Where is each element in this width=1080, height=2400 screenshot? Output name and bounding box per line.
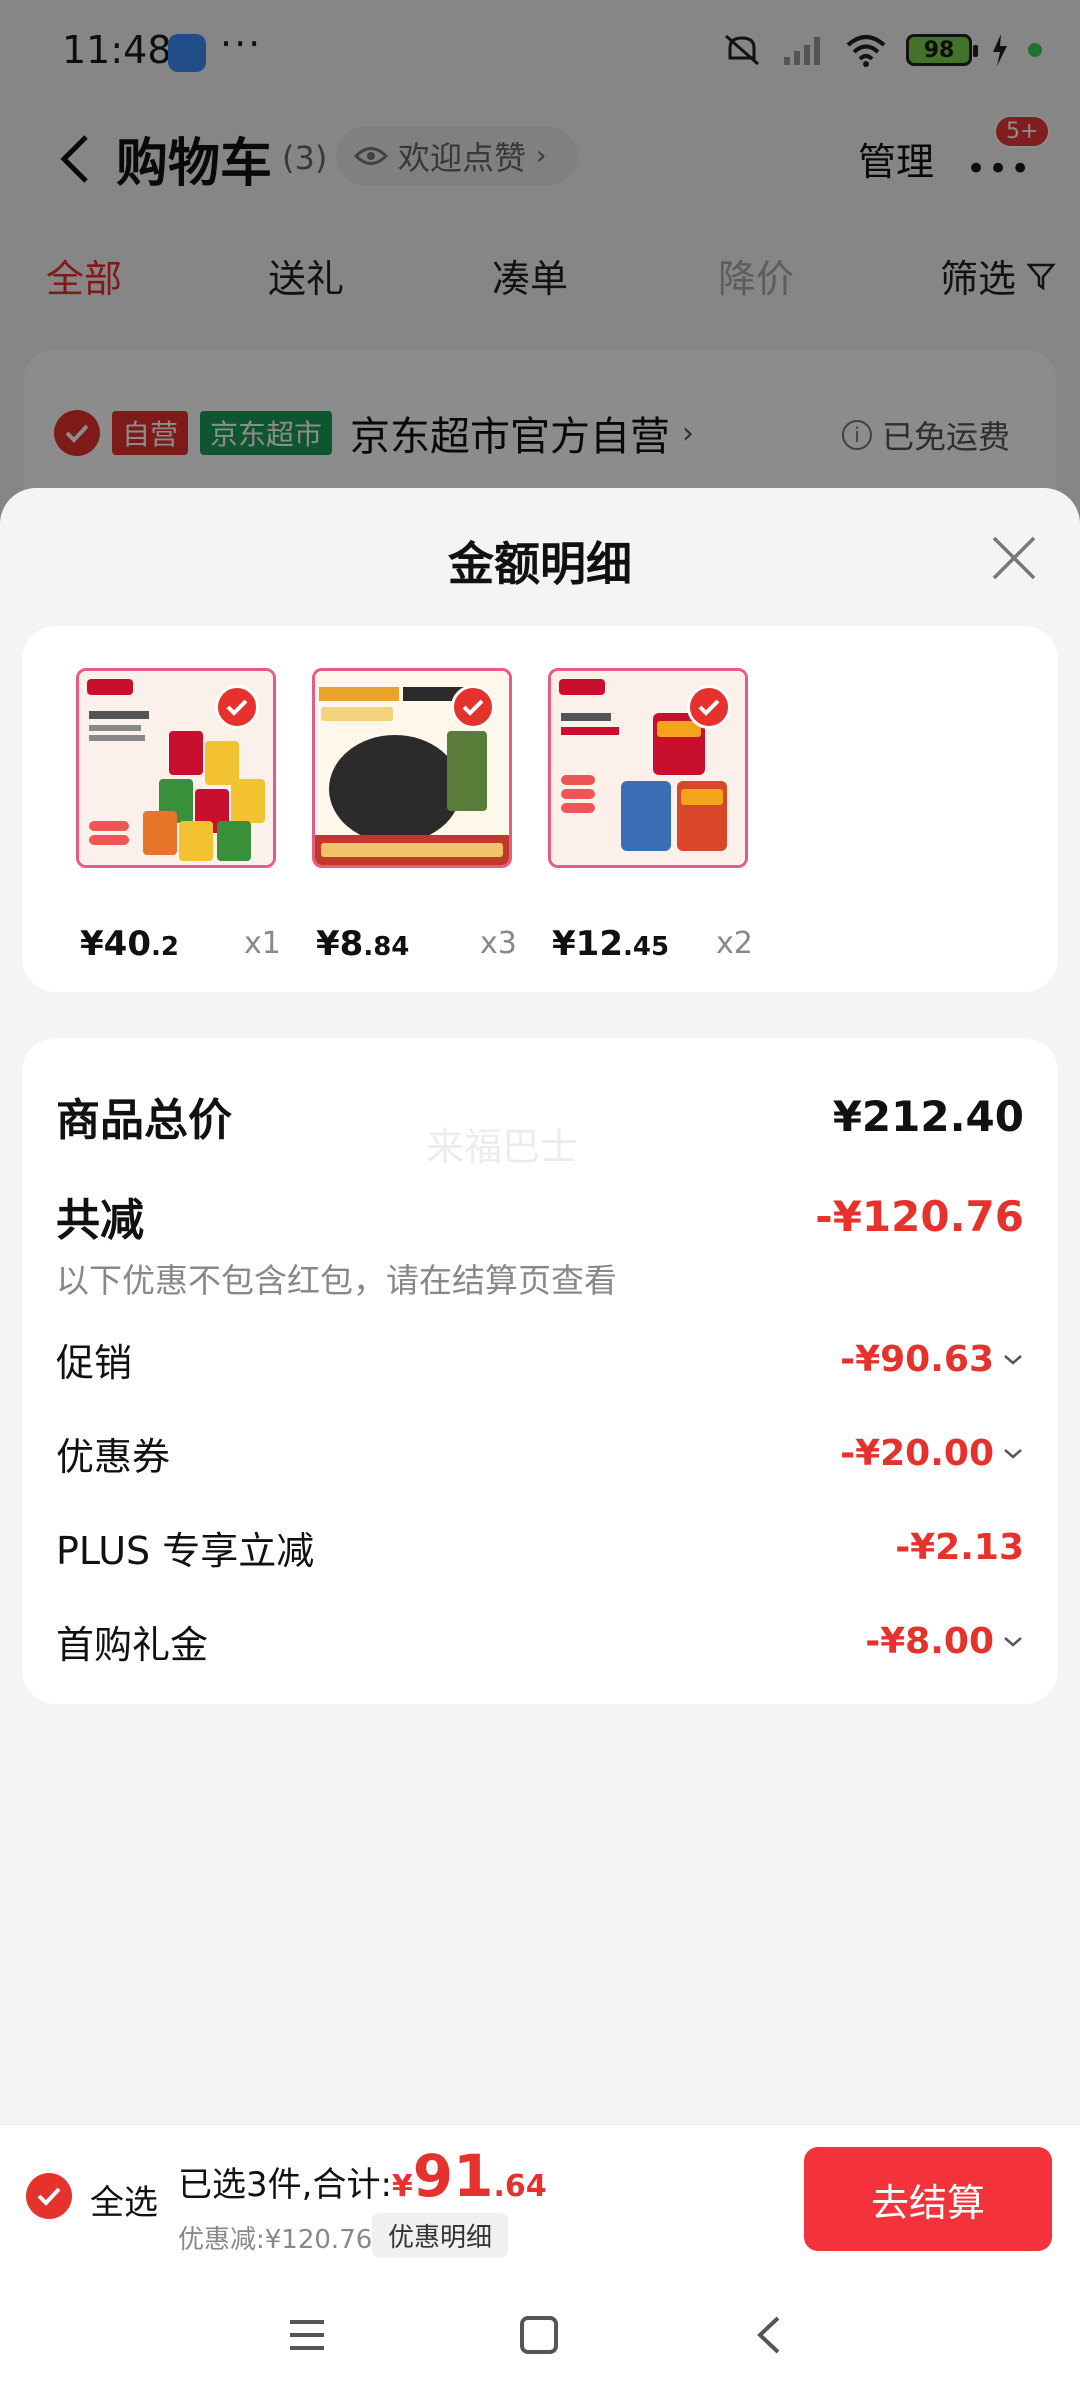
product-check-icon[interactable] <box>215 685 259 729</box>
total-reduction-row: 共减 -¥120.76 <box>56 1184 1024 1248</box>
product-image <box>76 668 276 868</box>
select-all-label[interactable]: 全选 <box>90 2175 158 2224</box>
product-check-icon[interactable] <box>687 685 731 729</box>
plus-discount-label: PLUS 专享立减 <box>56 1529 315 1573</box>
promotion-row[interactable]: 促销 -¥90.63 <box>56 1332 1024 1387</box>
product-item[interactable]: ¥8.84 x3 <box>312 668 517 964</box>
promotion-value: -¥90.63 <box>840 1339 994 1380</box>
checkout-button[interactable]: 去结算 <box>804 2147 1052 2251</box>
product-image <box>548 668 748 868</box>
plus-discount-row: PLUS 专享立减 -¥2.13 <box>56 1520 1024 1575</box>
product-price: ¥40.2 <box>80 924 179 964</box>
first-purchase-label: 首购礼金 <box>56 1623 209 1667</box>
total-integer: 91 <box>412 2142 494 2210</box>
chevron-down-icon <box>1004 1636 1022 1647</box>
product-quantity: x2 <box>716 926 753 961</box>
amount-detail-sheet: 金额明细 ¥40.2 x1 ¥8.84 x3 ¥12.45 x2 来福巴士 商品… <box>0 488 1080 2124</box>
product-check-icon[interactable] <box>451 685 495 729</box>
coupon-value: -¥20.00 <box>840 1433 994 1474</box>
currency-symbol: ¥ <box>391 2169 413 2204</box>
product-quantity: x3 <box>480 926 517 961</box>
coupon-row[interactable]: 优惠券 -¥20.00 <box>56 1426 1024 1481</box>
menu-icon[interactable] <box>282 2310 332 2360</box>
discount-detail-button[interactable]: 优惠明细 <box>372 2213 509 2258</box>
selected-summary: 已选3件,合计: ¥ 91 .64 <box>178 2147 547 2206</box>
plus-discount-value: -¥2.13 <box>895 1527 1024 1568</box>
selected-text: 已选3件,合计: <box>178 2165 392 2205</box>
product-list: ¥40.2 x1 ¥8.84 x3 ¥12.45 x2 <box>22 626 1058 992</box>
back-nav-icon[interactable] <box>746 2310 796 2360</box>
coupon-label: 优惠券 <box>56 1435 171 1479</box>
price-summary-card: 来福巴士 商品总价 ¥212.40 共减 -¥120.76 以下优惠不包含红包，… <box>22 1038 1058 1704</box>
product-item[interactable]: ¥12.45 x2 <box>548 668 753 964</box>
first-purchase-value: -¥8.00 <box>865 1621 994 1662</box>
close-icon[interactable] <box>986 530 1042 586</box>
system-nav-bar <box>0 2268 1080 2400</box>
product-price: ¥12.45 <box>552 924 670 964</box>
product-item[interactable]: ¥40.2 x1 <box>76 668 281 964</box>
discount-amount: 优惠减:¥120.76 <box>178 2225 373 2255</box>
sheet-title: 金额明细 <box>448 537 632 591</box>
total-decimal: .64 <box>493 2169 547 2204</box>
reduction-note: 以下优惠不包含红包，请在结算页查看 <box>56 1261 617 1300</box>
first-purchase-row[interactable]: 首购礼金 -¥8.00 <box>56 1614 1024 1669</box>
product-price: ¥8.84 <box>316 924 410 964</box>
product-image <box>312 668 512 868</box>
total-price-value: ¥212.40 <box>832 1091 1024 1141</box>
select-all-check-icon[interactable] <box>26 2173 72 2219</box>
promotion-label: 促销 <box>56 1341 133 1385</box>
total-reduction-value: -¥120.76 <box>815 1191 1024 1241</box>
chevron-down-icon <box>1004 1448 1022 1459</box>
total-price-label: 商品总价 <box>56 1095 232 1146</box>
product-quantity: x1 <box>244 926 281 961</box>
chevron-down-icon <box>1004 1354 1022 1365</box>
home-icon[interactable] <box>514 2310 564 2360</box>
total-price-row: 商品总价 ¥212.40 <box>56 1084 1024 1148</box>
checkout-bar: 全选 已选3件,合计: ¥ 91 .64 优惠减:¥120.76 优惠明细 去结… <box>0 2124 1080 2268</box>
total-reduction-label: 共减 <box>56 1195 144 1246</box>
